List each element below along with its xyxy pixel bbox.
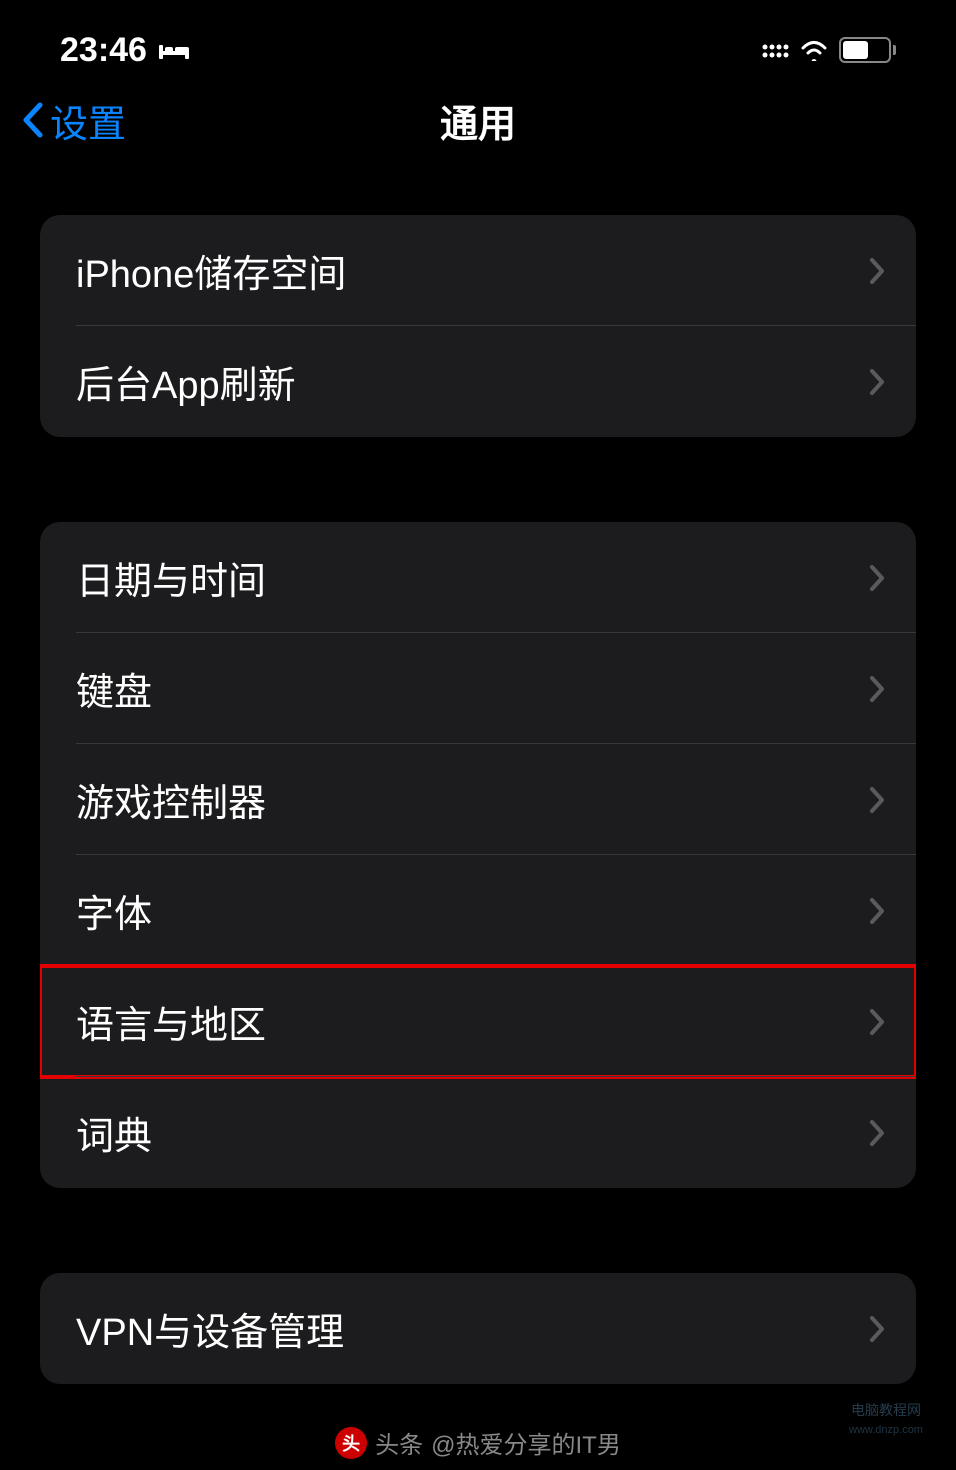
chevron-right-icon bbox=[868, 785, 886, 815]
row-background-app-refresh[interactable]: 后台App刷新 bbox=[40, 326, 916, 437]
row-language-region[interactable]: 语言与地区 bbox=[40, 966, 916, 1077]
row-label: 字体 bbox=[76, 883, 152, 938]
page-title: 通用 bbox=[440, 93, 516, 148]
chevron-right-icon bbox=[868, 256, 886, 286]
settings-group-vpn: VPN与设备管理 bbox=[40, 1273, 916, 1384]
footer-source: 头条 bbox=[375, 1425, 423, 1460]
navigation-bar: 设置 通用 bbox=[0, 85, 956, 165]
chevron-right-icon bbox=[868, 1007, 886, 1037]
chevron-right-icon bbox=[868, 563, 886, 593]
settings-group-general: 日期与时间 键盘 游戏控制器 字体 bbox=[40, 522, 916, 1188]
row-label: 日期与时间 bbox=[76, 550, 266, 605]
wifi-icon bbox=[799, 39, 829, 61]
sleep-focus-icon bbox=[159, 39, 189, 61]
footer-author: @热爱分享的IT男 bbox=[431, 1425, 621, 1460]
row-iphone-storage[interactable]: iPhone储存空间 bbox=[40, 215, 916, 326]
footer-watermark: 头 头条 @热爱分享的IT男 bbox=[0, 1425, 956, 1460]
toutiao-icon: 头 bbox=[335, 1427, 367, 1459]
row-game-controller[interactable]: 游戏控制器 bbox=[40, 744, 916, 855]
status-right: 56 bbox=[761, 37, 896, 64]
row-dictionary[interactable]: 词典 bbox=[40, 1077, 916, 1188]
row-vpn-device-management[interactable]: VPN与设备管理 bbox=[40, 1273, 916, 1384]
row-label: VPN与设备管理 bbox=[76, 1301, 344, 1356]
row-keyboard[interactable]: 键盘 bbox=[40, 633, 916, 744]
svg-text:电脑教程网: 电脑教程网 bbox=[851, 1402, 921, 1418]
chevron-right-icon bbox=[868, 1314, 886, 1344]
site-watermark: 电脑教程网 www.dnzp.com bbox=[831, 1395, 941, 1450]
battery-level: 56 bbox=[856, 41, 874, 59]
row-label: 词典 bbox=[76, 1105, 152, 1160]
row-label: 后台App刷新 bbox=[76, 354, 296, 409]
chevron-right-icon bbox=[868, 896, 886, 926]
row-label: 语言与地区 bbox=[76, 994, 266, 1049]
chevron-right-icon bbox=[868, 1118, 886, 1148]
settings-group-storage: iPhone储存空间 后台App刷新 bbox=[40, 215, 916, 437]
battery-indicator: 56 bbox=[839, 37, 896, 63]
row-fonts[interactable]: 字体 bbox=[40, 855, 916, 966]
row-label: 键盘 bbox=[76, 661, 152, 716]
dual-sim-icon bbox=[761, 37, 789, 64]
back-label: 设置 bbox=[50, 93, 126, 148]
row-label: iPhone储存空间 bbox=[76, 243, 346, 298]
svg-text:www.dnzp.com: www.dnzp.com bbox=[848, 1424, 923, 1436]
chevron-right-icon bbox=[868, 367, 886, 397]
back-button[interactable]: 设置 bbox=[20, 93, 126, 148]
chevron-left-icon bbox=[20, 101, 44, 139]
row-date-time[interactable]: 日期与时间 bbox=[40, 522, 916, 633]
status-bar: 23:46 bbox=[0, 0, 956, 85]
settings-content: iPhone储存空间 后台App刷新 日期与时间 bbox=[0, 165, 956, 1384]
row-label: 游戏控制器 bbox=[76, 772, 266, 827]
status-left: 23:46 bbox=[60, 31, 189, 70]
chevron-right-icon bbox=[868, 674, 886, 704]
status-time: 23:46 bbox=[60, 31, 147, 70]
